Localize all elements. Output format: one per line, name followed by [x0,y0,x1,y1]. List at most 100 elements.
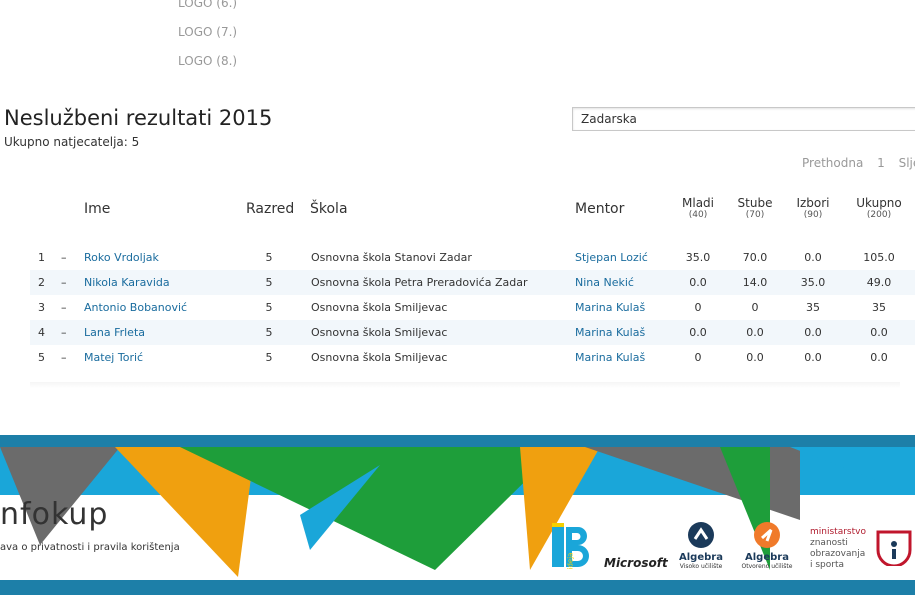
ideja-logo[interactable]: ideja [552,523,592,573]
mentor-link[interactable]: Stjepan Lozić [575,245,648,270]
ideja-label: ideja [566,552,575,570]
header-ukupno[interactable]: Ukupno (200) [849,196,909,221]
izbori-cell: 35 [806,301,820,314]
next-page-link[interactable]: Sljed [899,156,915,170]
ministry-line-1: ministarstvo [810,527,866,537]
county-select-input[interactable] [572,107,915,131]
stube-cell: 70.0 [742,251,768,264]
header-stube-max: (70) [745,210,765,220]
algebra-visoko-logo[interactable]: Algebra Visoko učilište [672,521,730,570]
ukupno-cell: 49.0 [866,276,892,289]
header-mentor[interactable]: Mentor [575,201,624,217]
rank-cell: 5 [38,351,45,364]
grade-cell: 5 [265,326,273,339]
header-ukupno-label: Ukupno [856,196,902,210]
partner-badge-icon [876,530,912,568]
logo-placeholder: LOGO (7.) [178,25,238,39]
algebra-visoko-sub: Visoko učilište [679,563,723,570]
stube-cell: 0 [751,301,759,314]
table-row: 2 – Nikola Karavida 5 Osnovna škola Petr… [30,270,915,295]
school-cell: Osnovna škola Smiljevac [311,301,448,314]
grade-cell: 5 [265,351,273,364]
izbori-cell: 0.0 [804,251,822,264]
prev-page-link[interactable]: Prethodna [802,156,863,170]
dash-cell: – [61,326,67,339]
header-mladi[interactable]: Mladi (40) [668,196,728,221]
header-ukupno-max: (200) [866,210,892,220]
ukupno-cell: 0.0 [870,351,888,364]
student-name-link[interactable]: Nikola Karavida [84,270,170,295]
ukupno-cell: 105.0 [863,251,895,264]
logo-placeholder: LOGO (8.) [178,54,238,68]
ministry-line-3: obrazovanja [810,549,866,559]
dash-cell: – [61,301,67,314]
izbori-cell: 35.0 [800,276,826,289]
table-row: 3 – Antonio Bobanović 5 Osnovna škola Sm… [30,295,915,320]
table-header: Ime Razred Škola Mentor Mladi (40) Stube… [30,190,915,230]
header-stube[interactable]: Stube (70) [725,196,785,221]
school-cell: Osnovna škola Petra Preradovića Zadar [311,276,528,289]
logo-list: LOGO (6.) LOGO (7.) LOGO (8.) [178,0,237,81]
student-name-link[interactable]: Antonio Bobanović [84,295,187,320]
header-grade[interactable]: Razred [246,201,294,217]
privacy-link[interactable]: ava o privatnosti i pravila korištenja [0,542,180,553]
header-izbori-max: (90) [803,210,823,220]
microsoft-logo[interactable]: Microsoft [604,556,668,570]
page-title: Neslužbeni rezultati 2015 [4,106,273,130]
table-row: 1 – Roko Vrdoljak 5 Osnovna škola Stanov… [30,245,915,270]
algebra-otvoreno-logo[interactable]: Algebra Otvoreno učilište [738,521,796,570]
stube-cell: 0.0 [746,351,764,364]
mladi-cell: 35.0 [685,251,711,264]
algebra-emblem-icon [688,522,714,548]
mentor-link[interactable]: Marina Kulaš [575,320,645,345]
dash-cell: – [61,276,67,289]
table-row: 5 – Matej Torić 5 Osnovna škola Smiljeva… [30,345,915,370]
ukupno-cell: 0.0 [870,326,888,339]
rank-cell: 3 [38,301,45,314]
ukupno-cell: 35 [872,301,886,314]
stube-cell: 14.0 [742,276,768,289]
ministry-logo[interactable]: ministarstvo znanosti obrazovanja i spor… [810,527,866,571]
student-name-link[interactable]: Matej Torić [84,345,143,370]
dash-cell: – [61,351,67,364]
grade-cell: 5 [265,251,273,264]
mentor-link[interactable]: Marina Kulaš [575,345,645,370]
student-name-link[interactable]: Lana Frleta [84,320,145,345]
school-cell: Osnovna škola Smiljevac [311,326,448,339]
izbori-cell: 0.0 [804,326,822,339]
header-mladi-label: Mladi [682,196,714,210]
page-1-link[interactable]: 1 [877,156,885,170]
mladi-cell: 0 [694,301,702,314]
header-mladi-max: (40) [688,210,708,220]
header-name[interactable]: Ime [84,201,110,217]
student-name-link[interactable]: Roko Vrdoljak [84,245,159,270]
rank-cell: 4 [38,326,45,339]
header-izbori[interactable]: Izbori (90) [783,196,843,221]
mentor-link[interactable]: Nina Nekić [575,270,634,295]
header-izbori-label: Izbori [796,196,830,210]
algebra-otvoreno-sub: Otvoreno učilište [741,563,793,570]
rank-cell: 2 [38,276,45,289]
header-school[interactable]: Škola [310,201,348,217]
dash-cell: – [61,251,67,264]
header-stube-label: Stube [737,196,773,210]
pagination: Prethodna 1 Sljed [802,156,915,170]
mentor-link[interactable]: Marina Kulaš [575,295,645,320]
footer: nfokup ava o privatnosti i pravila koriš… [0,435,915,595]
izbori-cell: 0.0 [804,351,822,364]
table-divider [30,382,900,388]
grade-cell: 5 [265,276,273,289]
mladi-cell: 0.0 [689,326,707,339]
stube-cell: 0.0 [746,326,764,339]
brand-part-b: kup [50,497,109,532]
table-row: 4 – Lana Frleta 5 Osnovna škola Smiljeva… [30,320,915,345]
infokup-logo[interactable]: nfokup [0,497,108,532]
algebra-orange-emblem-icon [754,522,780,548]
results-table: Ime Razred Škola Mentor Mladi (40) Stube… [30,190,915,364]
brand-part-a: nfo [0,497,51,532]
grade-cell: 5 [265,301,273,314]
table-body: 1 – Roko Vrdoljak 5 Osnovna škola Stanov… [30,245,915,370]
mladi-cell: 0 [694,351,702,364]
logo-placeholder: LOGO (6.) [178,0,238,10]
partner-badge-logo[interactable] [876,530,912,570]
